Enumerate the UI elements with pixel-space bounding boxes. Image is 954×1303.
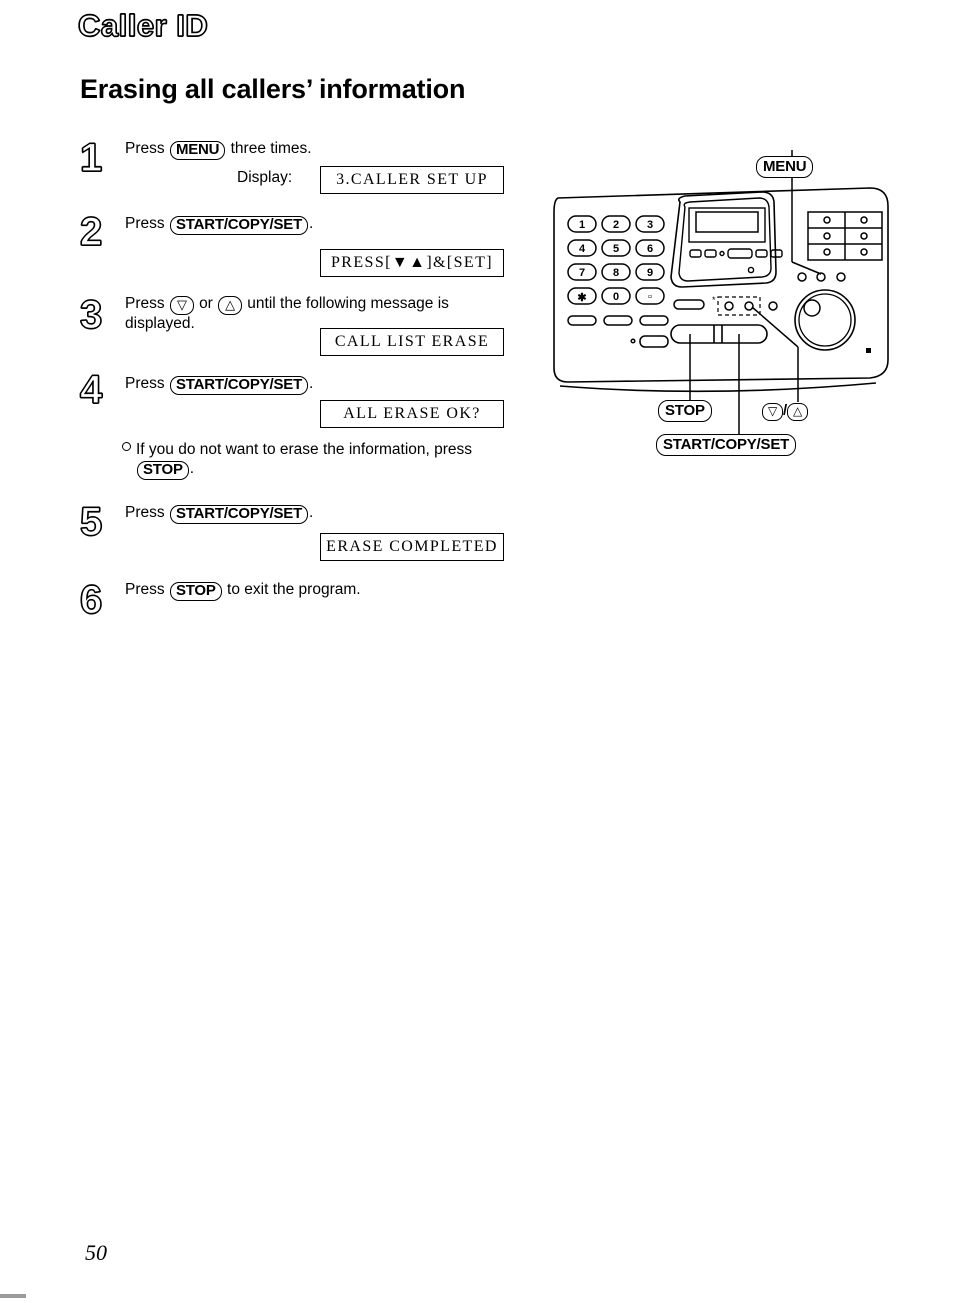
step-number-6: 6 (79, 578, 103, 622)
keypad-label-4: 4 (579, 243, 586, 255)
keypad-label-8: 8 (613, 267, 619, 279)
step-number-1: 1 (79, 136, 103, 180)
step-1-text-after: three times. (230, 140, 312, 157)
menu-key-label: MENU (169, 141, 226, 160)
keypad-label-1: 1 (579, 219, 585, 231)
callout-arrow-down: ▽ (762, 403, 784, 421)
step-5-text-after: . (309, 504, 314, 521)
keypad-label-3: 3 (647, 219, 653, 231)
page-title: Erasing all callers’ information (80, 74, 466, 104)
step-5-text-before: Press (125, 504, 165, 521)
stop-key-label-6: STOP (169, 582, 222, 601)
keypad-label-0: 0 (613, 291, 619, 303)
step-2-text-after: . (309, 215, 314, 232)
note-block: If you do not want to erase the informat… (122, 440, 522, 480)
step-instruction-6: Press STOP to exit the program. (125, 581, 361, 601)
start-copy-set-key-label-5: START/COPY/SET (169, 505, 309, 524)
step-4-text-after: . (309, 375, 314, 392)
step-instruction-1: Press MENU three times. (125, 140, 312, 160)
stop-start-bar (670, 324, 768, 344)
keypad-label-star: ✱ (577, 292, 586, 304)
keypad-label-5: 5 (613, 243, 619, 255)
note-text-after: . (189, 460, 195, 477)
bullet-icon (122, 442, 131, 451)
down-arrow-key-label: ▽ (169, 296, 194, 315)
asterisk-mark-icon: * (712, 295, 716, 305)
step-instruction-5: Press START/COPY/SET. (125, 504, 313, 524)
lcd-display-4: ALL ERASE OK? (320, 400, 504, 428)
stop-start-bar-outline[interactable] (670, 324, 768, 344)
lcd-display-5: ERASE COMPLETED (320, 533, 504, 561)
lcd-bezel (670, 191, 783, 288)
step-instruction-2: Press START/COPY/SET. (125, 215, 313, 235)
keypad-label-6: 6 (647, 243, 653, 255)
step-number-4: 4 (79, 368, 103, 412)
step-2-text-before: Press (125, 215, 165, 232)
step-3-text-middle: or (199, 295, 213, 312)
keypad-label-hash: ▫ (648, 291, 652, 303)
bottom-edge-mark (0, 1294, 26, 1298)
start-copy-set-key-label-2: START/COPY/SET (169, 216, 309, 235)
lcd-bezel-inner (678, 197, 772, 282)
step-number-3: 3 (79, 293, 103, 337)
panel-bottom-edge (559, 382, 877, 393)
step-1-text-before: Press (125, 140, 165, 157)
start-copy-set-key-label-4: START/COPY/SET (169, 376, 309, 395)
step-3-text-before: Press (125, 295, 165, 312)
jog-dial[interactable] (794, 289, 856, 351)
keypad-label-7: 7 (579, 267, 585, 279)
up-arrow-key-label: △ (218, 296, 242, 315)
callout-stop: STOP (658, 400, 712, 422)
stop-key-label-note: STOP (137, 461, 189, 480)
lcd-screen (695, 211, 759, 233)
jog-dial-outer-ring[interactable] (794, 289, 856, 351)
note-text-before: If you do not want to erase the informat… (136, 441, 473, 458)
keypad-label-9: 9 (647, 267, 653, 279)
callout-start-copy-set: START/COPY/SET (656, 434, 797, 456)
fax-machine-figure: 1 2 3 4 5 6 7 8 9 ✱ 0 ▫ * MENU STOP STAR… (540, 150, 940, 470)
step-number-5: 5 (79, 500, 103, 544)
lcd-display-1: 3.CALLER SET UP (320, 166, 504, 194)
lcd-display-2: PRESS[▼▲]&[SET] (320, 249, 504, 277)
step-6-text-before: Press (125, 581, 165, 598)
step-6-text-after: to exit the program. (227, 581, 361, 598)
page-number: 50 (85, 1240, 107, 1265)
chapter-title: Caller ID (77, 7, 209, 43)
step-4-text-before: Press (125, 375, 165, 392)
step-instruction-4: Press START/COPY/SET. (125, 375, 313, 395)
step-number-2: 2 (79, 210, 103, 254)
one-touch-dial-grid (807, 211, 883, 261)
display-label-1: Display: (237, 169, 293, 186)
callout-arrow-keys: ▽ / △ (762, 402, 809, 421)
callout-arrow-up: △ (787, 403, 809, 421)
callout-menu: MENU (756, 156, 814, 178)
panel-corner-mark (866, 348, 871, 353)
note-text: If you do not want to erase the informat… (122, 440, 522, 480)
lcd-display-3: CALL LIST ERASE (320, 328, 504, 356)
keypad-label-2: 2 (613, 219, 619, 231)
jog-dial-knob[interactable] (803, 299, 821, 317)
fax-panel-illustration: 1 2 3 4 5 6 7 8 9 ✱ 0 ▫ * (553, 150, 889, 445)
